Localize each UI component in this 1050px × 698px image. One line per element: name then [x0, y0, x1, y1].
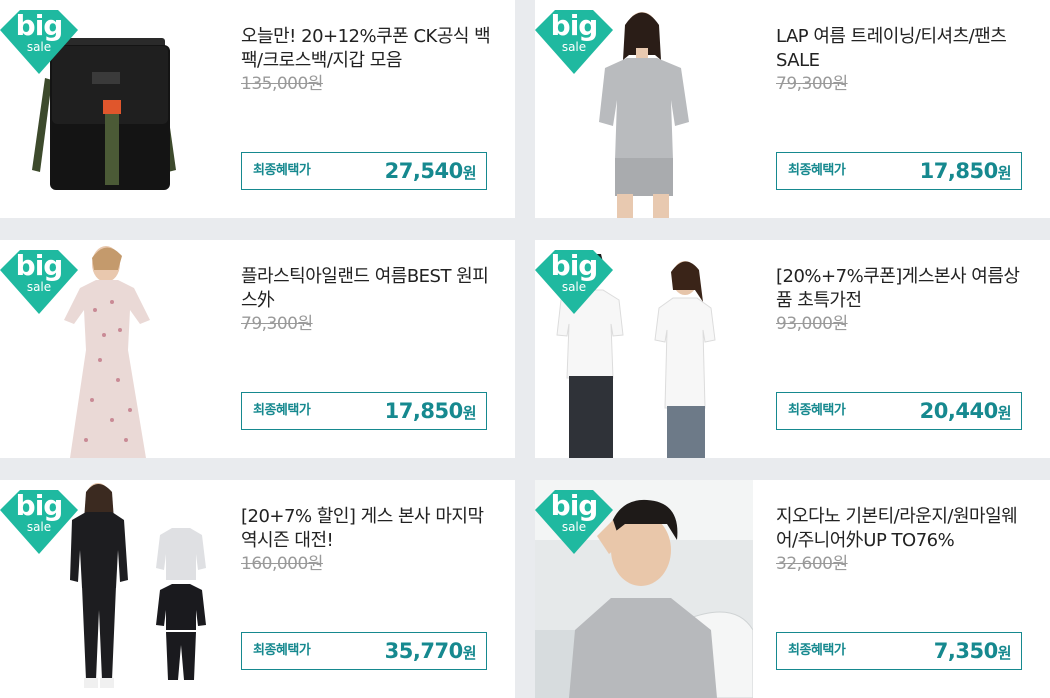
final-price-label: 최종혜택가 — [788, 643, 846, 658]
big-sale-badge: big sale — [535, 488, 613, 554]
final-price: 35,770원 — [384, 639, 477, 663]
big-sale-badge: big sale — [0, 488, 78, 554]
final-price-label: 최종혜택가 — [253, 643, 311, 658]
final-price: 7,350원 — [933, 639, 1012, 663]
original-price: 79,300원 — [776, 74, 848, 94]
final-price-box: 최종혜택가 27,540원 — [241, 152, 487, 190]
product-card-4[interactable]: big sale [20%+7%쿠폰]게스본사 여름상품 초특가전 93,000… — [535, 240, 1050, 458]
final-price-label: 최종혜택가 — [788, 403, 846, 418]
final-price-box: 최종혜택가 7,350원 — [776, 632, 1022, 670]
final-price-box: 최종혜택가 17,850원 — [776, 152, 1022, 190]
original-price: 79,300원 — [241, 314, 313, 334]
product-title[interactable]: 오늘만! 20+12%쿠폰 CK공식 백팩/크로스백/지갑 모음 — [241, 25, 491, 73]
product-title[interactable]: [20+7% 할인] 게스 본사 마지막 역시즌 대전! — [241, 505, 491, 553]
product-title[interactable]: 플라스틱아일랜드 여름BEST 원피스外 — [241, 265, 491, 313]
original-price: 135,000원 — [241, 74, 323, 94]
product-title[interactable]: LAP 여름 트레이닝/티셔츠/팬츠 SALE — [776, 25, 1026, 73]
final-price-label: 최종혜택가 — [253, 163, 311, 178]
big-sale-badge: big sale — [535, 248, 613, 314]
final-price: 17,850원 — [384, 399, 477, 423]
final-price-box: 최종혜택가 17,850원 — [241, 392, 487, 430]
final-price-box: 최종혜택가 35,770원 — [241, 632, 487, 670]
final-price: 20,440원 — [919, 399, 1012, 423]
big-sale-badge: big sale — [535, 8, 613, 74]
original-price: 32,600원 — [776, 554, 848, 574]
product-card-6[interactable]: big sale 지오다노 기본티/라운지/원마일웨어/주니어外UP TO76%… — [535, 480, 1050, 698]
product-title[interactable]: 지오다노 기본티/라운지/원마일웨어/주니어外UP TO76% — [776, 505, 1026, 553]
product-card-2[interactable]: big sale LAP 여름 트레이닝/티셔츠/팬츠 SALE 79,300원… — [535, 0, 1050, 218]
big-sale-badge: big sale — [0, 8, 78, 74]
product-card-1[interactable]: big sale 오늘만! 20+12%쿠폰 CK공식 백팩/크로스백/지갑 모… — [0, 0, 515, 218]
big-sale-badge: big sale — [0, 248, 78, 314]
final-price: 27,540원 — [384, 159, 477, 183]
final-price-label: 최종혜택가 — [253, 403, 311, 418]
final-price-label: 최종혜택가 — [788, 163, 846, 178]
final-price-box: 최종혜택가 20,440원 — [776, 392, 1022, 430]
product-title[interactable]: [20%+7%쿠폰]게스본사 여름상품 초특가전 — [776, 265, 1026, 313]
final-price: 17,850원 — [919, 159, 1012, 183]
product-card-5[interactable]: big sale [20+7% 할인] 게스 본사 마지막 역시즌 대전! 16… — [0, 480, 515, 698]
original-price: 160,000원 — [241, 554, 323, 574]
product-card-3[interactable]: big sale 플라스틱아일랜드 여름BEST 원피스外 79,300원 최종… — [0, 240, 515, 458]
original-price: 93,000원 — [776, 314, 848, 334]
